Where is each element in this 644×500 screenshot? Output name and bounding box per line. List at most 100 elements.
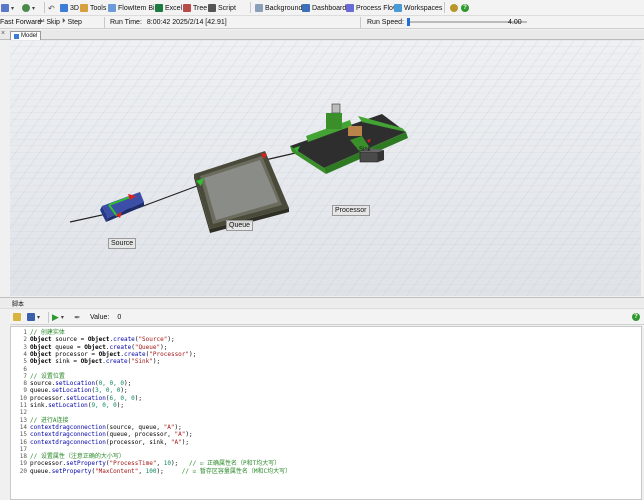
line-number: 7 <box>23 372 27 380</box>
code-line[interactable]: 16 contextdragconnection(processor, sink,… <box>11 439 641 446</box>
dashboards-icon <box>302 4 310 12</box>
run-speed-value: 4.00 <box>508 18 522 26</box>
model-3d-canvas[interactable] <box>10 40 641 296</box>
code-line[interactable]: 5 Object sink = Object.create("Sink"); <box>11 358 641 365</box>
toolbar-backgrounds-button[interactable]: Backgrounds <box>255 2 306 14</box>
script-toolbar: ▾ ▶ ▾ ✒ Value: 0 ? <box>10 310 644 325</box>
code-token: Object <box>30 336 52 344</box>
help-button[interactable]: ? <box>461 2 469 14</box>
line-number: 19 <box>19 460 27 468</box>
script-panel-title: 脚本 <box>12 302 25 308</box>
code-token: ); <box>174 423 182 431</box>
settings-dropdown-button[interactable]: ▾ <box>22 2 35 14</box>
code-token: setLocation <box>48 402 88 409</box>
code-line[interactable]: 11 sink.setLocation(9, 0, 0); <box>11 402 641 409</box>
model-3d-view[interactable]: Source Queue Processor Sink <box>10 40 641 296</box>
code-token: create <box>123 350 146 358</box>
code-text: // 设置位置 <box>30 373 65 380</box>
code-token: contextdragconnection <box>30 431 106 439</box>
toolbar-excel-button[interactable]: Excel <box>155 2 182 14</box>
toolbar-flowitem-bin-label: FlowItem Bin <box>118 4 159 12</box>
code-line[interactable]: 6 <box>11 366 641 373</box>
queue-label: Queue <box>226 220 254 231</box>
code-token: 10 <box>163 460 171 468</box>
code-token: , <box>156 460 164 468</box>
code-token: ); <box>156 467 182 475</box>
processor-label: Processor <box>332 205 370 216</box>
code-text: queue.setProperty("MaxContent", 100); //… <box>30 468 291 475</box>
code-line[interactable]: 7// 设置位置 <box>11 373 641 380</box>
line-number: 8 <box>23 380 27 388</box>
toolbar-dashboards-button[interactable]: Dashboards <box>302 2 350 14</box>
code-token: 100 <box>145 467 157 475</box>
code-text: sink.setLocation(9, 0, 0); <box>30 402 124 409</box>
run-script-button[interactable]: ▶ ▾ <box>52 311 64 323</box>
code-line[interactable]: 3 Object queue = Object.create("Queue"); <box>11 344 641 351</box>
toolbar-flowitem-bin-button[interactable]: FlowItem Bin <box>108 2 158 14</box>
step-icon: ⏵ <box>62 18 66 25</box>
code-token: setLocation <box>55 380 96 388</box>
code-line[interactable]: 14 contextdragconnection(source, queue, "… <box>11 424 641 431</box>
code-line[interactable]: 2 Object source = Object.create("Source")… <box>11 336 641 343</box>
undo-icon: ↶ <box>48 3 55 13</box>
step-button[interactable]: ⏵ Step <box>62 16 82 28</box>
code-token: Object <box>98 350 121 358</box>
monitor-icon <box>331 103 341 114</box>
script-help-button[interactable]: ? <box>632 311 640 323</box>
code-token: // 创建实体 <box>30 329 65 336</box>
code-token: source = <box>51 336 88 344</box>
code-line[interactable]: 10 processor.setLocation(6, 0, 0); <box>11 395 641 402</box>
save-script-button[interactable]: ▾ <box>27 311 40 323</box>
code-line[interactable]: 12 <box>11 409 641 416</box>
line-number: 2 <box>23 336 27 344</box>
code-token: source. <box>30 380 56 388</box>
code-line[interactable]: 15 contextdragconnection(queue, processor… <box>11 431 641 438</box>
code-line[interactable]: 8 source.setLocation(0, 0, 0); <box>11 380 641 387</box>
menu-dropdown-button[interactable]: ▾ <box>1 2 14 14</box>
code-token: "Processor" <box>149 350 190 358</box>
tab-model[interactable]: Model <box>10 31 42 40</box>
close-icon[interactable]: × <box>1 30 5 37</box>
toolbar-process-flow-button[interactable]: Process Flow <box>346 2 398 14</box>
run-time-label: Run Time: <box>110 18 142 26</box>
code-token: create <box>109 343 132 351</box>
toolbar-tools-button[interactable]: Tools <box>80 2 106 14</box>
code-token: "Sink" <box>131 358 153 366</box>
script-editor[interactable]: 1// 创建实体 2 Object source = Object.create("… <box>10 326 642 500</box>
pick-button[interactable]: ✒ <box>74 311 81 323</box>
code-token: setProperty <box>51 467 92 475</box>
toolbar-script-button[interactable]: Script <box>208 2 236 14</box>
toolbar-3d-button[interactable]: 3D <box>60 2 79 14</box>
run-speed-slider-thumb[interactable] <box>407 18 410 26</box>
code-line[interactable]: 19 processor.setProperty("ProcessTime", 1… <box>11 460 641 467</box>
code-line[interactable]: 20 queue.setProperty("MaxContent", 100); … <box>11 468 641 475</box>
line-number: 16 <box>19 438 27 446</box>
options-button[interactable] <box>450 2 458 14</box>
code-line[interactable]: 1// 创建实体 <box>11 329 641 336</box>
fast-forward-button[interactable]: Fast Forward <box>0 16 41 28</box>
toolbar-workspaces-button[interactable]: Workspaces <box>394 2 442 14</box>
code-line[interactable]: 13// 进行A连接 <box>11 417 641 424</box>
code-line[interactable]: 4 Object processor = Object.create("Proce… <box>11 351 641 358</box>
code-line[interactable]: 9 queue.setLocation(3, 0, 0); <box>11 387 641 394</box>
code-token: "A" <box>174 431 186 439</box>
value-display: Value: 0 <box>90 311 121 323</box>
code-token: processor. <box>30 460 67 468</box>
toolbar-tree-button[interactable]: Tree <box>183 2 207 14</box>
view-tab-bar: × Model <box>0 30 644 40</box>
code-token: 9, 0, 0 <box>91 402 117 409</box>
code-token: processor. <box>30 394 67 402</box>
undo-button[interactable]: ↶ <box>48 2 55 14</box>
workspaces-icon <box>394 4 402 12</box>
folder-icon <box>13 313 21 321</box>
code-text: processor.setProperty("ProcessTime", 10)… <box>30 460 280 467</box>
code-token: (processor, sink, <box>105 438 171 446</box>
code-line[interactable]: 17 <box>11 446 641 453</box>
toolbar-dashboards-label: Dashboards <box>312 4 350 12</box>
code-token: setLocation <box>51 387 92 395</box>
open-script-button[interactable] <box>13 311 21 323</box>
code-text: contextdragconnection(processor, sink, "… <box>30 439 189 446</box>
backgrounds-icon <box>255 4 263 12</box>
skip-button[interactable]: ⏭ Skip <box>38 16 60 28</box>
code-token: ); <box>181 438 189 446</box>
